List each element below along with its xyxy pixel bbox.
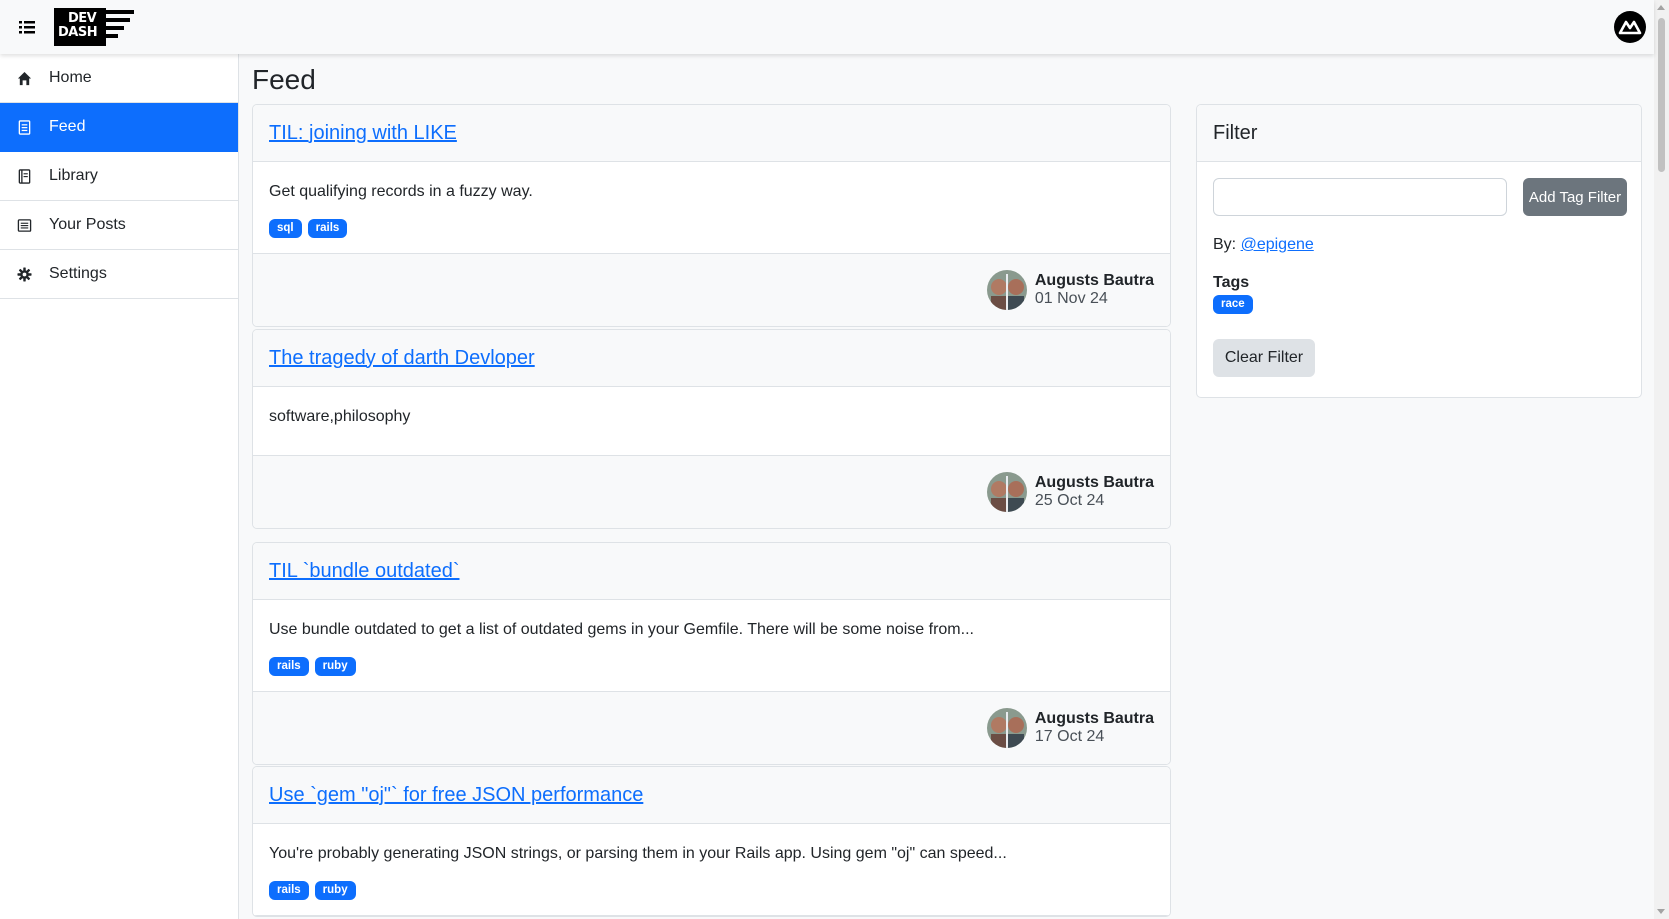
author-avatar: [986, 472, 1027, 512]
post-card-footer: Augusts Bautra 25 Oct 24: [253, 456, 1170, 528]
post-author: Augusts Bautra 17 Oct 24: [986, 708, 1154, 748]
post-title-link[interactable]: Use `gem "oj"` for free JSON performance: [269, 784, 643, 807]
author-avatar: [986, 270, 1027, 310]
filter-tag-badge[interactable]: race: [1213, 295, 1253, 314]
post-card-header: The tragedy of darth Devloper: [253, 330, 1170, 387]
post-card-footer: Augusts Bautra 01 Nov 24: [253, 254, 1170, 326]
post-card-body: You're probably generating JSON strings,…: [253, 824, 1170, 916]
post-card: TIL `bundle outdated` Use bundle outdate…: [252, 542, 1171, 765]
filter-by-user-link[interactable]: @epigene: [1241, 236, 1314, 253]
sidebar-item-label: Settings: [49, 265, 107, 282]
tag-badge[interactable]: rails: [269, 881, 309, 900]
logo-speed-lines-icon: [98, 10, 134, 38]
tag-badge[interactable]: rails: [269, 657, 309, 676]
filter-tags-label: Tags: [1213, 274, 1250, 291]
tag-badge[interactable]: ruby: [314, 881, 356, 900]
post-tags: rails ruby: [269, 881, 1154, 900]
sidebar-item-label: Feed: [49, 118, 86, 135]
author-name: Augusts Bautra: [1034, 474, 1154, 491]
page-title: Feed: [252, 64, 316, 95]
filter-panel: Filter Add Tag Filter By: @epigene Tags …: [1196, 104, 1642, 398]
post-title-link[interactable]: The tragedy of darth Devloper: [269, 347, 535, 370]
scrollbar-thumb[interactable]: [1658, 18, 1665, 172]
post-tags: rails ruby: [269, 657, 1154, 676]
user-avatar[interactable]: [1614, 11, 1646, 43]
post-tags: sql rails: [269, 219, 1154, 238]
post-card: TIL: joining with LIKE Get qualifying re…: [252, 104, 1171, 327]
post-date: 17 Oct 24: [1034, 728, 1105, 745]
post-summary: Use bundle outdated to get a list of out…: [269, 621, 974, 638]
menu-toggle-icon[interactable]: [17, 17, 37, 37]
top-navbar: DEV DASH: [0, 0, 1654, 54]
post-card-header: TIL `bundle outdated`: [253, 543, 1170, 600]
post-date: 25 Oct 24: [1034, 492, 1105, 509]
author-name: Augusts Bautra: [1034, 272, 1154, 289]
filter-by-label: By:: [1213, 236, 1237, 253]
posts-icon: [17, 218, 32, 233]
clear-filter-button[interactable]: Clear Filter: [1213, 339, 1315, 377]
scroll-up-arrow-icon[interactable]: [1657, 5, 1665, 10]
post-summary: Get qualifying records in a fuzzy way.: [269, 183, 533, 200]
filter-title: Filter: [1197, 105, 1641, 162]
page-scrollbar[interactable]: [1654, 0, 1669, 919]
post-author: Augusts Bautra 01 Nov 24: [986, 270, 1154, 310]
sidebar-item-library[interactable]: Library: [0, 152, 238, 201]
tag-badge[interactable]: rails: [307, 219, 348, 238]
devdash-logo[interactable]: DEV DASH: [54, 8, 134, 46]
post-card-header: TIL: joining with LIKE: [253, 105, 1170, 162]
post-title-link[interactable]: TIL: joining with LIKE: [269, 122, 457, 145]
filter-by-line: By: @epigene: [1213, 236, 1625, 254]
author-name: Augusts Bautra: [1034, 710, 1154, 727]
sidebar-item-settings[interactable]: Settings: [0, 250, 238, 299]
add-tag-filter-button[interactable]: Add Tag Filter: [1523, 178, 1627, 216]
tag-filter-input[interactable]: [1213, 178, 1507, 216]
scroll-down-arrow-icon[interactable]: [1657, 909, 1665, 914]
tag-badge[interactable]: ruby: [314, 657, 356, 676]
post-date: 01 Nov 24: [1034, 290, 1108, 307]
sidebar: Home Feed Library Your Posts Settings: [0, 54, 239, 919]
post-card-header: Use `gem "oj"` for free JSON performance: [253, 767, 1170, 824]
post-card-footer: Augusts Bautra 17 Oct 24: [253, 692, 1170, 764]
post-summary: You're probably generating JSON strings,…: [269, 845, 1007, 862]
author-avatar: [986, 708, 1027, 748]
tag-badge[interactable]: sql: [269, 219, 302, 238]
post-card-body: software,philosophy: [253, 387, 1170, 456]
post-summary: software,philosophy: [269, 408, 411, 425]
sidebar-item-home[interactable]: Home: [0, 54, 238, 103]
post-title-link[interactable]: TIL `bundle outdated`: [269, 560, 460, 583]
sidebar-item-label: Library: [49, 167, 98, 184]
home-icon: [17, 71, 32, 86]
post-card-body: Get qualifying records in a fuzzy way. s…: [253, 162, 1170, 254]
sidebar-item-your-posts[interactable]: Your Posts: [0, 201, 238, 250]
post-card: Use `gem "oj"` for free JSON performance…: [252, 766, 1171, 917]
filter-body: Add Tag Filter By: @epigene Tags race Cl…: [1197, 162, 1641, 393]
sidebar-item-label: Your Posts: [49, 216, 126, 233]
sidebar-item-feed[interactable]: Feed: [0, 103, 238, 152]
gear-icon: [17, 266, 32, 282]
sidebar-item-label: Home: [49, 69, 92, 86]
post-author: Augusts Bautra 25 Oct 24: [986, 472, 1154, 512]
library-icon: [17, 168, 32, 184]
feed-icon: [17, 119, 32, 135]
post-card-body: Use bundle outdated to get a list of out…: [253, 600, 1170, 692]
post-card: The tragedy of darth Devloper software,p…: [252, 329, 1171, 529]
